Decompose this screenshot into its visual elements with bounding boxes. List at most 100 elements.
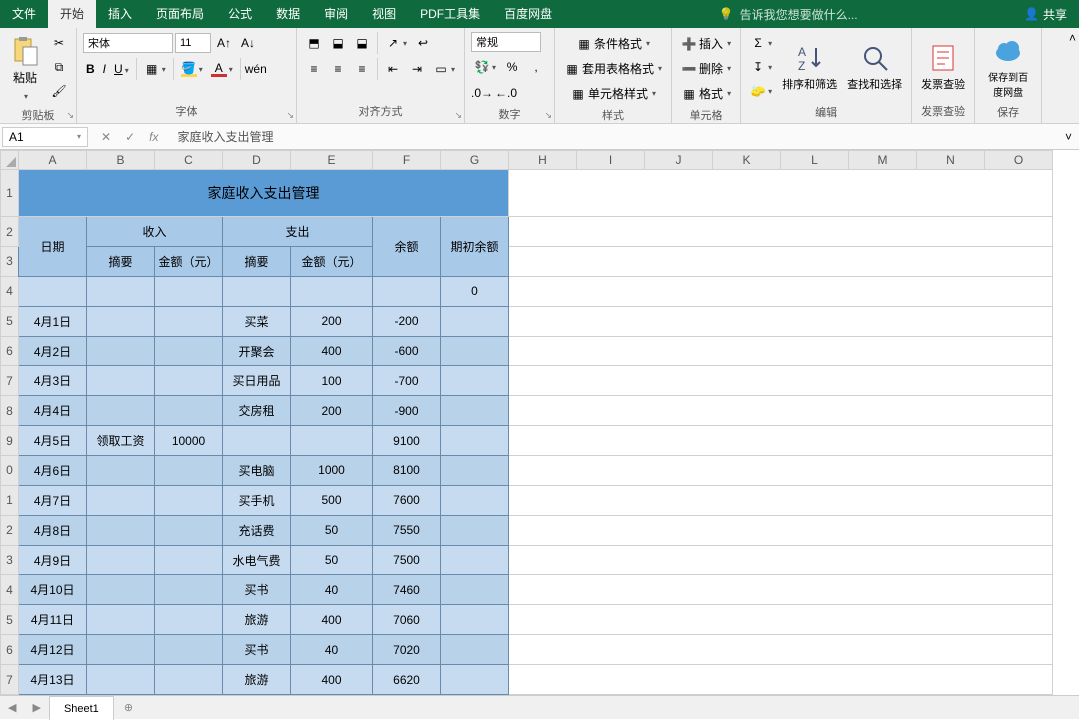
row-header[interactable]: 2 xyxy=(1,217,19,247)
header-expense-amount[interactable]: 金额（元） xyxy=(291,246,373,276)
col-header-C[interactable]: C xyxy=(155,151,223,170)
copy-button[interactable]: ⧉ xyxy=(48,56,70,78)
cell-balance[interactable]: -900 xyxy=(373,396,441,426)
cell-expense-amount[interactable]: 500 xyxy=(291,485,373,515)
cell-expense-amount[interactable]: 100 xyxy=(291,366,373,396)
tab-view[interactable]: 视图 xyxy=(360,0,408,28)
cell-income-amount[interactable] xyxy=(155,485,223,515)
cell-expense-summary[interactable]: 买手机 xyxy=(223,485,291,515)
row-header[interactable]: 4 xyxy=(1,276,19,306)
cell-income-summary[interactable] xyxy=(87,545,155,575)
cell-income-summary[interactable] xyxy=(87,485,155,515)
tab-formulas[interactable]: 公式 xyxy=(216,0,264,28)
cell-expense-summary[interactable]: 旅游 xyxy=(223,605,291,635)
header-opening[interactable]: 期初余额 xyxy=(441,217,509,277)
tell-me-search[interactable]: 💡 告诉我您想要做什么... xyxy=(709,6,868,23)
cell[interactable] xyxy=(509,217,1053,247)
cell-income-summary[interactable] xyxy=(87,366,155,396)
col-header-G[interactable]: G xyxy=(441,151,509,170)
row-header[interactable]: 6 xyxy=(1,635,19,665)
cell[interactable] xyxy=(509,170,1053,217)
cell-income-amount[interactable] xyxy=(155,456,223,486)
tab-insert[interactable]: 插入 xyxy=(96,0,144,28)
cell-balance[interactable]: 6620 xyxy=(373,665,441,695)
cell-date[interactable]: 4月8日 xyxy=(19,515,87,545)
row-header[interactable]: 2 xyxy=(1,515,19,545)
cell-date[interactable]: 4月7日 xyxy=(19,485,87,515)
cell[interactable] xyxy=(509,276,1053,306)
cell-date[interactable]: 4月2日 xyxy=(19,336,87,366)
decrease-indent-button[interactable]: ⇤ xyxy=(382,58,404,80)
cell-expense-summary[interactable]: 充话费 xyxy=(223,515,291,545)
cell[interactable] xyxy=(441,456,509,486)
tab-review[interactable]: 审阅 xyxy=(312,0,360,28)
row-header[interactable]: 7 xyxy=(1,665,19,695)
increase-indent-button[interactable]: ⇥ xyxy=(406,58,428,80)
cell-expense-summary[interactable]: 买日用品 xyxy=(223,366,291,396)
cell-income-summary[interactable] xyxy=(87,515,155,545)
align-top-button[interactable]: ⬒ xyxy=(303,32,325,54)
cell-expense-summary[interactable]: 买菜 xyxy=(223,306,291,336)
autosum-button[interactable]: Σ xyxy=(747,32,775,54)
cell-expense-amount[interactable]: 50 xyxy=(291,515,373,545)
cell-expense-summary[interactable]: 买电脑 xyxy=(223,456,291,486)
orientation-button[interactable]: ↗ xyxy=(382,32,410,54)
cell-balance[interactable]: 7020 xyxy=(373,635,441,665)
cell-balance[interactable]: -600 xyxy=(373,336,441,366)
share-button[interactable]: 👤 共享 xyxy=(1012,6,1079,23)
cell[interactable] xyxy=(155,276,223,306)
accounting-format-button[interactable]: 💱 xyxy=(471,56,499,78)
border-button[interactable]: ▦ xyxy=(141,58,169,80)
expand-formula-button[interactable]: ˅ xyxy=(1058,129,1079,145)
cell[interactable] xyxy=(509,306,1053,336)
cell-balance[interactable]: -200 xyxy=(373,306,441,336)
row-header[interactable]: 1 xyxy=(1,485,19,515)
cell-income-summary[interactable] xyxy=(87,306,155,336)
cell-income-amount[interactable] xyxy=(155,306,223,336)
bold-button[interactable]: B xyxy=(83,59,98,79)
row-header[interactable]: 5 xyxy=(1,306,19,336)
tab-pdf[interactable]: PDF工具集 xyxy=(408,0,492,28)
col-header-F[interactable]: F xyxy=(373,151,441,170)
row-header[interactable]: 3 xyxy=(1,246,19,276)
cell-expense-amount[interactable]: 400 xyxy=(291,665,373,695)
fill-color-button[interactable]: 🪣 xyxy=(178,58,206,80)
align-bottom-button[interactable]: ⬓ xyxy=(351,32,373,54)
cell-balance[interactable]: 7500 xyxy=(373,545,441,575)
row-header[interactable]: 1 xyxy=(1,170,19,217)
cell-balance[interactable]: 9100 xyxy=(373,426,441,456)
cell-income-amount[interactable] xyxy=(155,336,223,366)
cell[interactable] xyxy=(509,456,1053,486)
underline-button[interactable]: U xyxy=(111,59,132,79)
increase-font-button[interactable]: A↑ xyxy=(213,32,235,54)
cell-income-amount[interactable] xyxy=(155,665,223,695)
col-header-E[interactable]: E xyxy=(291,151,373,170)
spreadsheet-grid[interactable]: A B C D E F G H I J K L M N O 1 家庭收入支出管理… xyxy=(0,150,1053,695)
cell[interactable] xyxy=(441,426,509,456)
cell[interactable] xyxy=(291,276,373,306)
cell-income-amount[interactable] xyxy=(155,545,223,575)
header-income[interactable]: 收入 xyxy=(87,217,223,247)
cell-date[interactable]: 4月3日 xyxy=(19,366,87,396)
row-header[interactable]: 3 xyxy=(1,545,19,575)
initial-balance-cell[interactable]: 0 xyxy=(441,276,509,306)
cell-income-amount[interactable] xyxy=(155,605,223,635)
formula-input[interactable]: 家庭收入支出管理 xyxy=(171,126,1058,147)
tab-data[interactable]: 数据 xyxy=(264,0,312,28)
cell[interactable] xyxy=(223,276,291,306)
cell[interactable] xyxy=(441,665,509,695)
col-header-L[interactable]: L xyxy=(781,151,849,170)
cell[interactable] xyxy=(509,485,1053,515)
wrap-text-button[interactable]: ↩ xyxy=(412,32,434,54)
format-cells-button[interactable]: ▦格式 xyxy=(678,82,734,105)
insert-cells-button[interactable]: ➕插入 xyxy=(678,32,734,55)
tab-page-layout[interactable]: 页面布局 xyxy=(144,0,216,28)
conditional-format-button[interactable]: ▦条件格式 xyxy=(561,32,665,55)
cell-expense-amount[interactable]: 50 xyxy=(291,545,373,575)
cancel-formula-button[interactable]: ✕ xyxy=(98,127,114,147)
cell-date[interactable]: 4月1日 xyxy=(19,306,87,336)
fx-button[interactable]: fx xyxy=(146,127,161,147)
find-select-button[interactable]: 查找和选择 xyxy=(844,32,905,102)
col-header-H[interactable]: H xyxy=(509,151,577,170)
col-header-J[interactable]: J xyxy=(645,151,713,170)
